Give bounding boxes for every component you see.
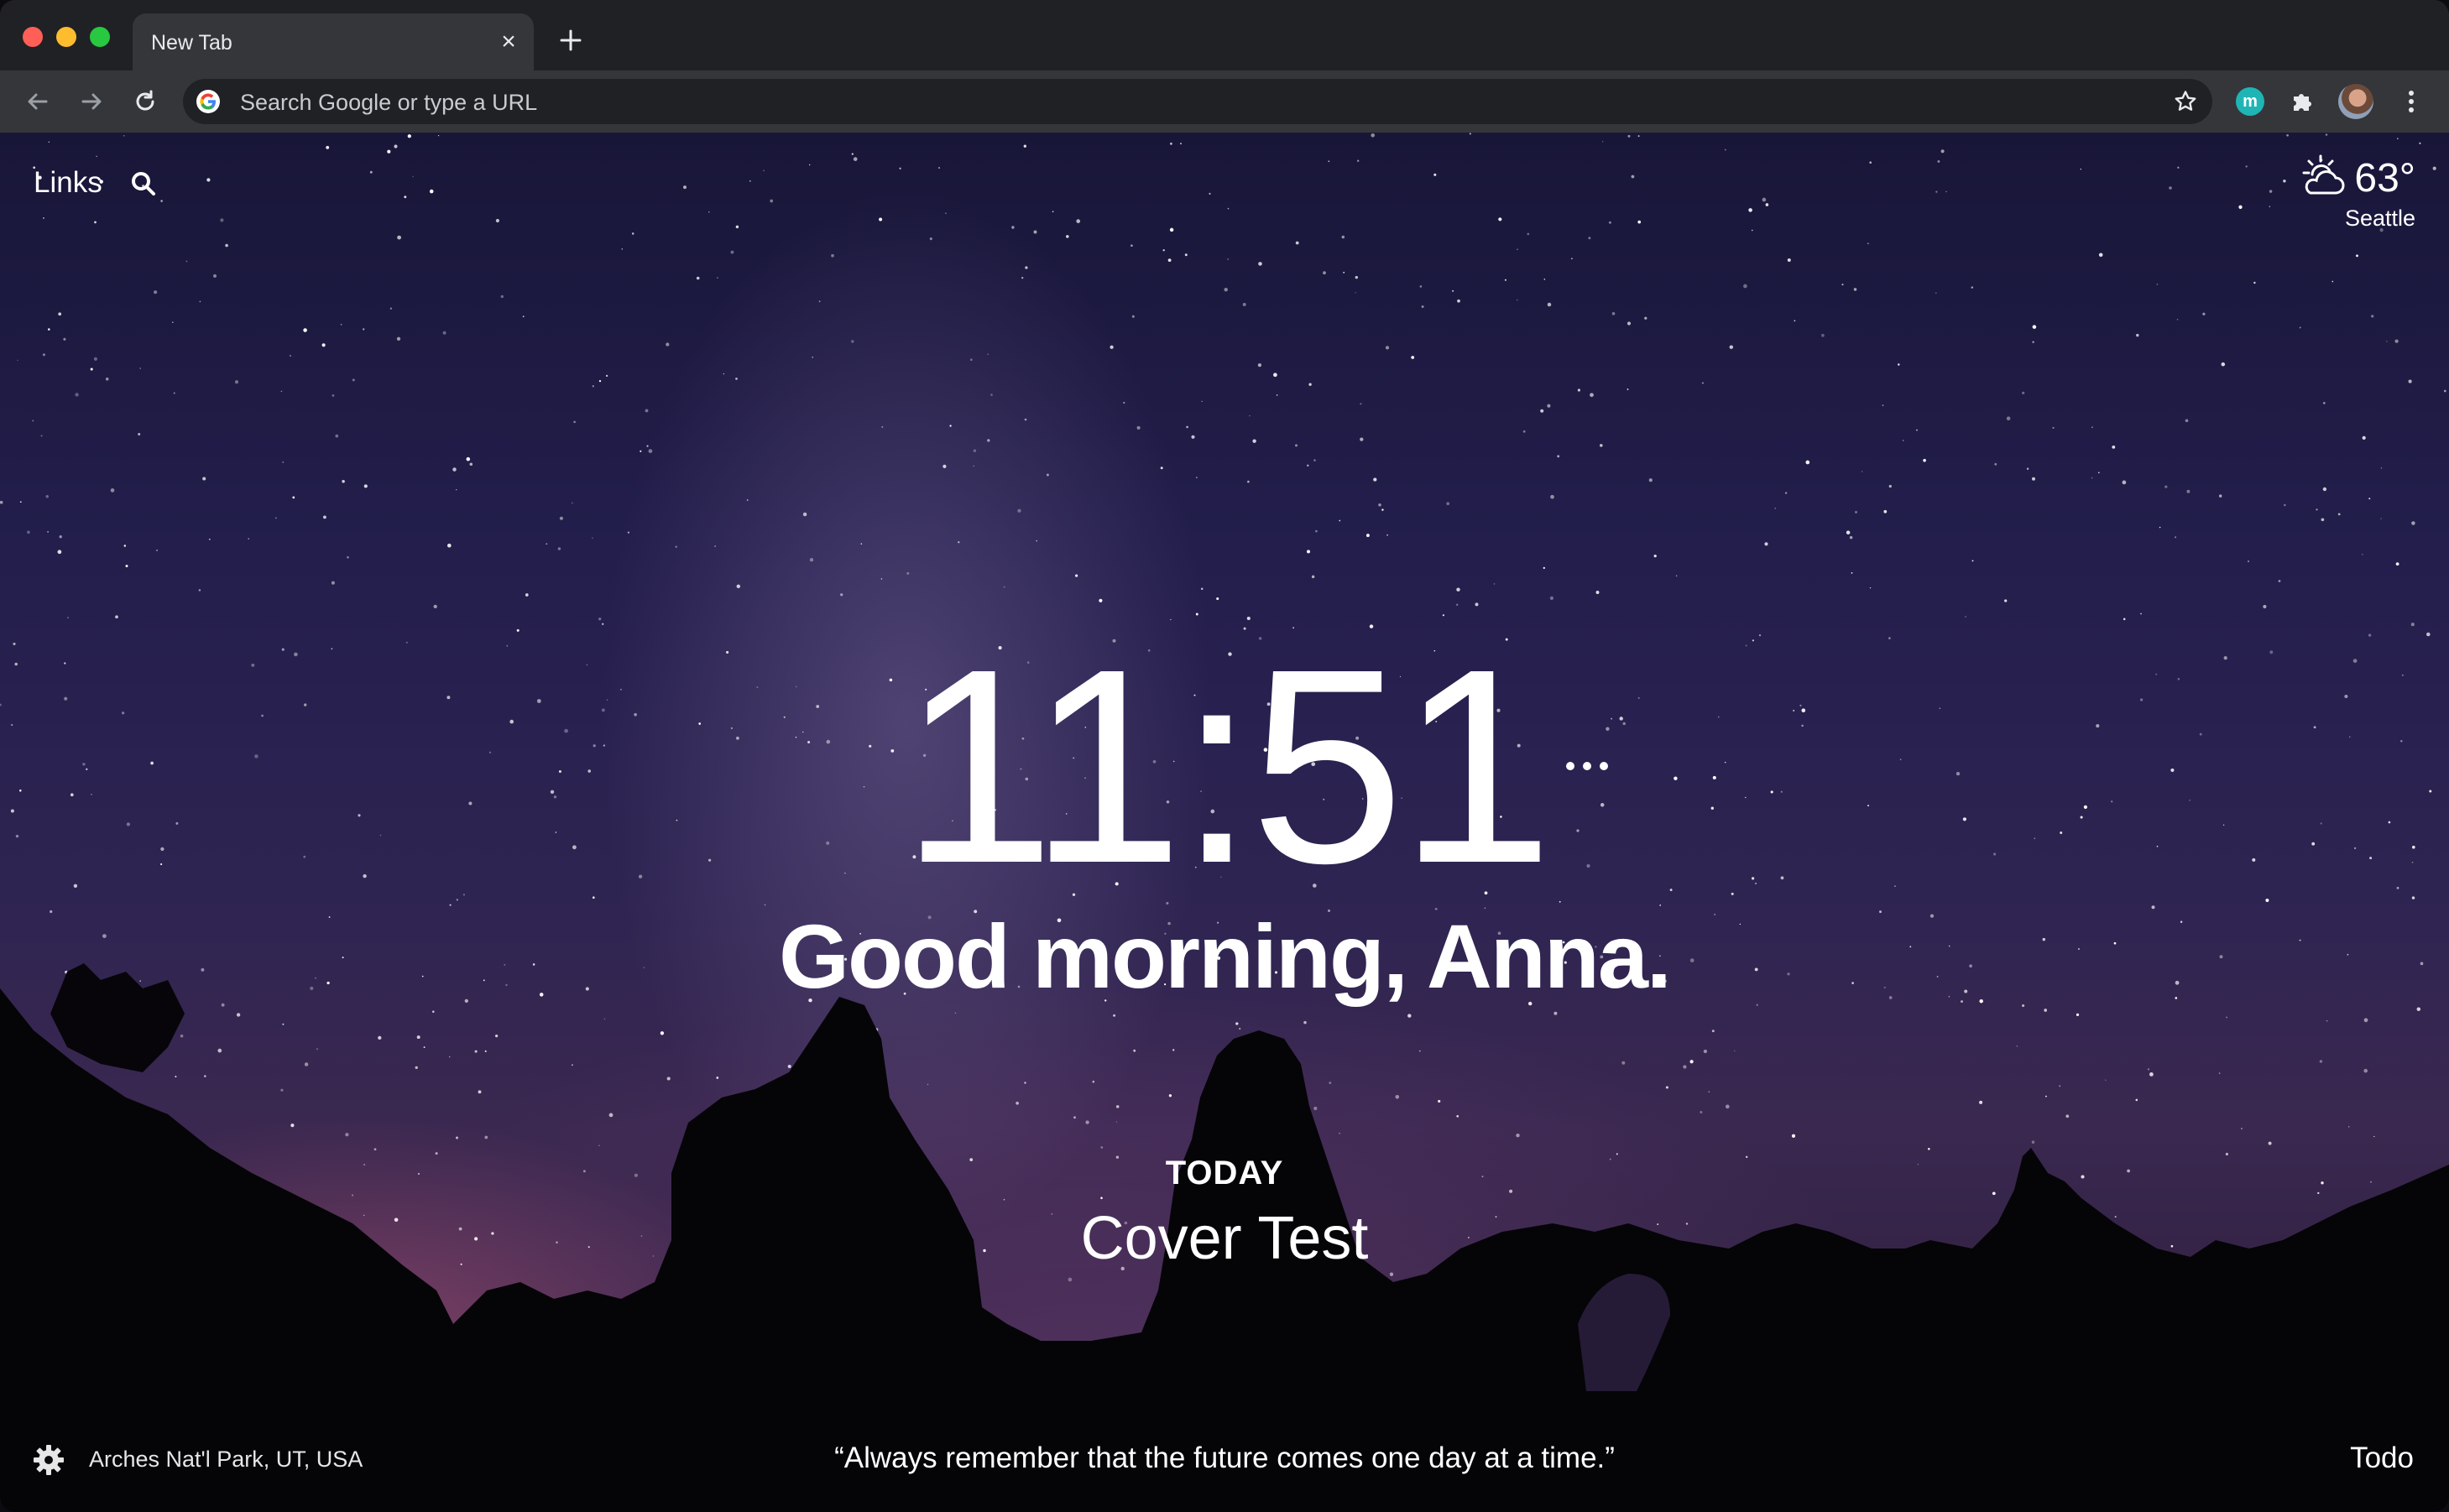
extensions-puzzle-icon[interactable] bbox=[2286, 86, 2318, 117]
links-button[interactable]: Links bbox=[34, 166, 102, 200]
tab-new-tab[interactable]: New Tab × bbox=[133, 13, 534, 70]
google-logo-icon bbox=[196, 90, 220, 113]
new-tab-plus-icon[interactable] bbox=[554, 23, 587, 57]
tab-title: New Tab bbox=[151, 31, 232, 55]
tab-strip: New Tab × bbox=[0, 0, 2449, 70]
clock-more-options-icon[interactable] bbox=[1566, 753, 1608, 779]
omnibox[interactable] bbox=[183, 79, 2212, 126]
focus-text[interactable]: Cover Test bbox=[0, 1208, 2449, 1269]
daily-quote[interactable]: “Always remember that the future comes o… bbox=[0, 1442, 2449, 1475]
profile-avatar[interactable] bbox=[2338, 84, 2373, 119]
bookmark-star-icon[interactable] bbox=[2170, 86, 2201, 117]
browser-toolbar: m bbox=[0, 70, 2449, 133]
address-bar-input[interactable] bbox=[238, 79, 2088, 126]
browser-window: New Tab × Search Google or type a URL m … bbox=[0, 0, 2449, 1512]
search-icon[interactable] bbox=[129, 169, 159, 200]
maximize-window-button[interactable] bbox=[90, 27, 110, 47]
clock-time: 11:51 bbox=[901, 611, 1553, 920]
extension-m-icon[interactable]: m bbox=[2236, 87, 2264, 116]
reload-icon[interactable] bbox=[128, 84, 163, 119]
todo-button[interactable]: Todo bbox=[2350, 1442, 2414, 1475]
tab-close-icon[interactable]: × bbox=[492, 25, 525, 59]
back-arrow-icon[interactable] bbox=[20, 84, 55, 119]
browser-menu-kebab-icon[interactable] bbox=[2394, 84, 2429, 119]
close-window-button[interactable] bbox=[23, 27, 43, 47]
minimize-window-button[interactable] bbox=[56, 27, 76, 47]
greeting: Good morning, Anna. bbox=[779, 905, 1672, 1007]
forward-arrow-icon[interactable] bbox=[74, 84, 109, 119]
temperature: 63° bbox=[2354, 156, 2415, 201]
focus-label: TODAY bbox=[1165, 1155, 1284, 1191]
new-tab-dashboard: Links 63° Seattle 11:51 Good morning, An… bbox=[0, 133, 2449, 1512]
partly-cloudy-day-icon bbox=[2297, 153, 2347, 204]
weather-city: Seattle bbox=[2344, 206, 2415, 231]
weather-widget[interactable]: 63° Seattle bbox=[2297, 153, 2415, 232]
